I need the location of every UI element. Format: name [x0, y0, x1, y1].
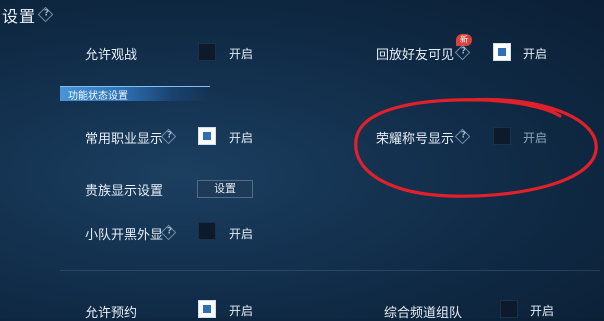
- annotation-circle: [354, 97, 598, 198]
